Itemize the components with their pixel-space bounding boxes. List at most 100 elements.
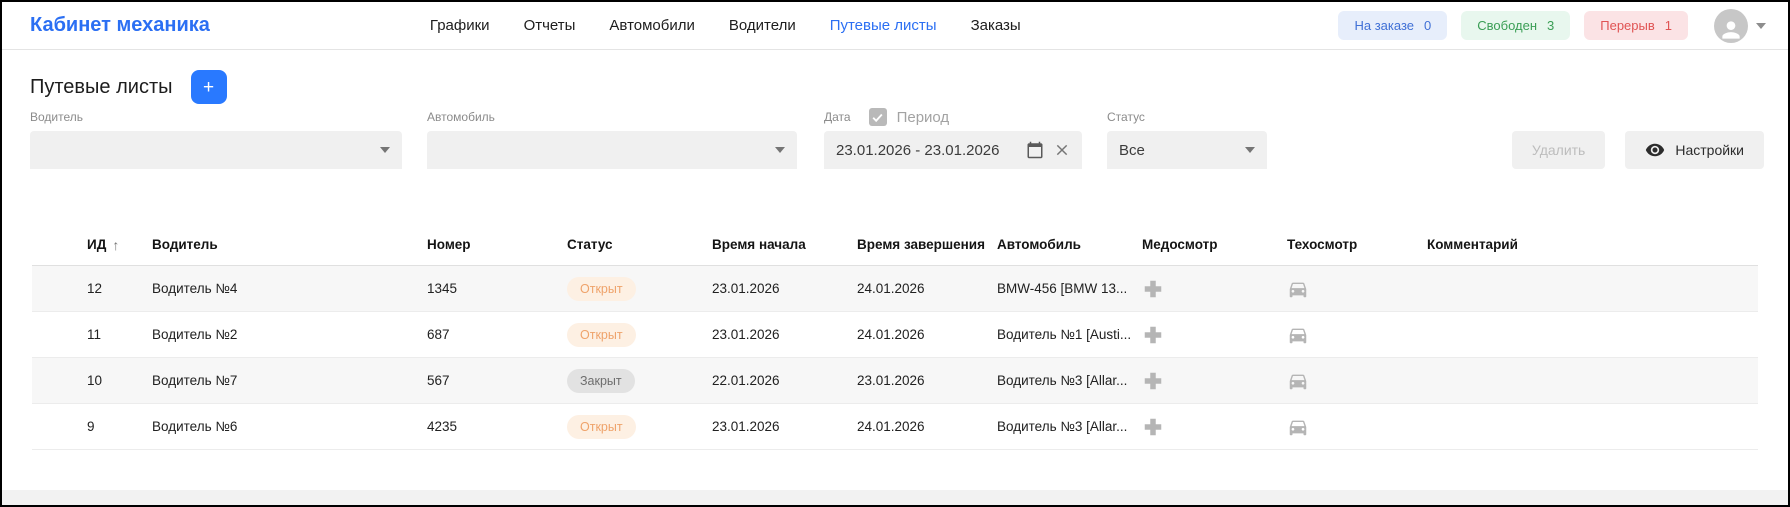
cell-id: 9 [32, 419, 152, 434]
column-header-car[interactable]: Автомобиль [997, 237, 1142, 252]
cell-number: 4235 [427, 419, 567, 434]
status-pill[interactable]: Перерыв 1 [1584, 11, 1688, 40]
driver-select[interactable] [30, 131, 402, 169]
avatar[interactable] [1714, 9, 1748, 43]
cell-medcheck[interactable] [1142, 416, 1287, 438]
calendar-icon[interactable] [1026, 141, 1044, 159]
column-header-id[interactable]: ИД ↑ [32, 237, 152, 253]
status-pill-label: Свободен [1477, 18, 1537, 33]
car-select[interactable] [427, 131, 797, 169]
status-pill-label: На заказе [1354, 18, 1414, 33]
car-icon [1287, 416, 1309, 438]
column-header-number[interactable]: Номер [427, 237, 567, 252]
status-pill-count: 3 [1547, 18, 1554, 33]
app-window: Кабинет механика Графики Отчеты Автомоби… [0, 0, 1790, 507]
column-header-status[interactable]: Статус [567, 237, 712, 252]
page-content: Путевые листы + Водитель Автомобиль [2, 50, 1788, 169]
date-range-value: 23.01.2026 - 23.01.2026 [836, 142, 1016, 159]
column-header-medcheck[interactable]: Медосмотр [1142, 237, 1287, 252]
appbar-right: На заказе 0 Свободен 3 Перерыв 1 [1338, 9, 1766, 43]
cell-car: Водитель №3 [Allar... [997, 419, 1142, 434]
cell-number: 1345 [427, 281, 567, 296]
cell-techcheck[interactable] [1287, 416, 1427, 438]
medical-plus-icon [1142, 324, 1164, 346]
clear-date-icon[interactable] [1054, 142, 1070, 158]
column-header-techcheck[interactable]: Техосмотр [1287, 237, 1427, 252]
chevron-down-icon [775, 147, 785, 153]
status-badge: Открыт [567, 277, 636, 301]
status-select[interactable]: Все [1107, 131, 1267, 169]
status-badge: Открыт [567, 323, 636, 347]
status-badge: Закрыт [567, 369, 635, 393]
filter-status: Статус Все [1107, 110, 1267, 169]
filter-actions: Удалить Настройки [1512, 131, 1764, 169]
medical-plus-icon [1142, 278, 1164, 300]
nav: Графики Отчеты Автомобили Водители Путев… [430, 17, 1021, 34]
cell-status: Открыт [567, 415, 712, 439]
date-range-field[interactable]: 23.01.2026 - 23.01.2026 [824, 131, 1082, 169]
table-row[interactable]: 10 Водитель №7 567 Закрыт 22.01.2026 23.… [32, 358, 1758, 404]
chevron-down-icon[interactable] [1756, 23, 1766, 29]
cell-end-time: 24.01.2026 [857, 281, 997, 296]
app-title: Кабинет механика [30, 14, 210, 37]
nav-item-link[interactable]: Автомобили [609, 17, 694, 34]
cell-id: 11 [32, 327, 152, 342]
nav-item-link[interactable]: Отчеты [524, 17, 576, 34]
cell-techcheck[interactable] [1287, 278, 1427, 300]
cell-end-time: 24.01.2026 [857, 327, 997, 342]
filter-date: Дата Период 23.01.2026 - 23.01.2026 [824, 108, 1082, 169]
nav-item-active[interactable]: Путевые листы [830, 17, 937, 34]
add-waybill-button[interactable]: + [191, 70, 227, 104]
nav-item-link[interactable]: Водители [729, 17, 796, 34]
table-row[interactable]: 9 Водитель №6 4235 Открыт 23.01.2026 24.… [32, 404, 1758, 450]
column-header-driver[interactable]: Водитель [152, 237, 427, 252]
cell-start-time: 23.01.2026 [712, 419, 857, 434]
status-pill-label: Перерыв [1600, 18, 1655, 33]
sort-asc-icon[interactable]: ↑ [112, 237, 119, 253]
cell-start-time: 22.01.2026 [712, 373, 857, 388]
status-pill-count: 0 [1424, 18, 1431, 33]
cell-status: Открыт [567, 277, 712, 301]
period-checkbox-label[interactable]: Период [897, 109, 950, 126]
cell-medcheck[interactable] [1142, 324, 1287, 346]
cell-medcheck[interactable] [1142, 278, 1287, 300]
medical-plus-icon [1142, 370, 1164, 392]
nav-item-link[interactable]: Заказы [971, 17, 1021, 34]
cell-car: Водитель №1 [Austi... [997, 327, 1142, 342]
filter-car: Автомобиль [427, 110, 797, 169]
column-header-start[interactable]: Время начала [712, 237, 857, 252]
cell-car: BMW-456 [BMW 13... [997, 281, 1142, 296]
cell-start-time: 23.01.2026 [712, 281, 857, 296]
table-row[interactable]: 11 Водитель №2 687 Открыт 23.01.2026 24.… [32, 312, 1758, 358]
period-checkbox[interactable] [869, 108, 887, 126]
cell-techcheck[interactable] [1287, 370, 1427, 392]
table-row[interactable]: 12 Водитель №4 1345 Открыт 23.01.2026 24… [32, 266, 1758, 312]
car-icon [1287, 324, 1309, 346]
chevron-down-icon [380, 147, 390, 153]
table-header: ИД ↑ Водитель Номер Статус Время начала … [32, 224, 1758, 266]
page-title: Путевые листы [30, 76, 173, 99]
filter-driver: Водитель [30, 110, 402, 169]
car-icon [1287, 278, 1309, 300]
cell-medcheck[interactable] [1142, 370, 1287, 392]
cell-end-time: 23.01.2026 [857, 373, 997, 388]
filters-bar: Водитель Автомобиль Дата [30, 108, 1764, 169]
driver-filter-label: Водитель [30, 110, 402, 124]
delete-button[interactable]: Удалить [1512, 131, 1605, 169]
cell-techcheck[interactable] [1287, 324, 1427, 346]
status-pill[interactable]: Свободен 3 [1461, 11, 1570, 40]
cell-number: 687 [427, 327, 567, 342]
status-pill[interactable]: На заказе 0 [1338, 11, 1447, 40]
column-header-end[interactable]: Время завершения [857, 237, 997, 252]
cell-start-time: 23.01.2026 [712, 327, 857, 342]
column-header-comment[interactable]: Комментарий [1427, 237, 1758, 252]
nav-item-link[interactable]: Графики [430, 17, 490, 34]
cell-driver: Водитель №7 [152, 373, 427, 388]
page-head: Путевые листы + [30, 70, 1764, 104]
user-menu[interactable] [1714, 9, 1766, 43]
status-filter-label: Статус [1107, 110, 1267, 124]
settings-button-label: Настройки [1675, 142, 1744, 158]
status-pills: На заказе 0 Свободен 3 Перерыв 1 [1338, 11, 1688, 40]
person-icon [1718, 17, 1744, 43]
settings-button[interactable]: Настройки [1625, 131, 1764, 169]
